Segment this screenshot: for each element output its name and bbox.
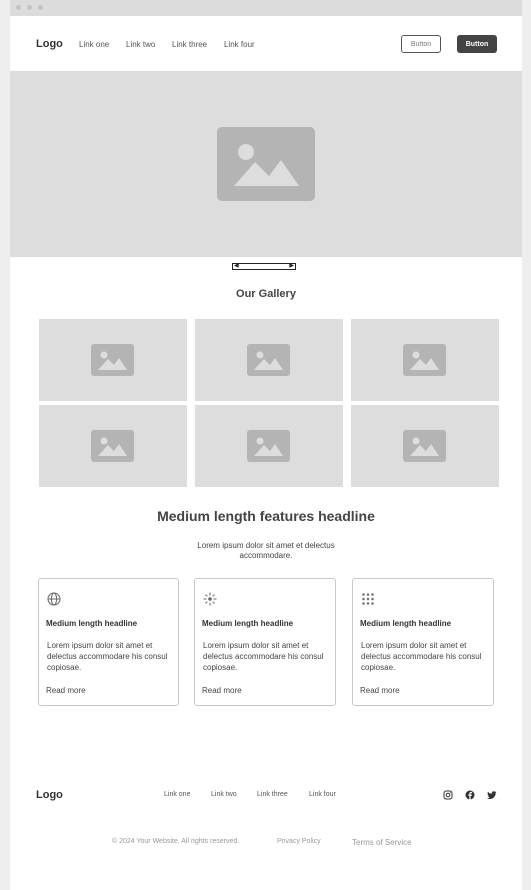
read-more-link[interactable]: Read more (360, 686, 400, 695)
nav-logo[interactable]: Logo (36, 38, 63, 50)
image-icon (91, 430, 134, 462)
grid-dots-icon (362, 593, 374, 605)
prev-arrow-icon[interactable]: ◀ (234, 263, 239, 270)
image-icon (247, 430, 290, 462)
nav-link-four[interactable]: Link four (224, 40, 255, 49)
gallery-image[interactable] (351, 319, 499, 401)
gallery-title: Our Gallery (236, 288, 296, 300)
hero-image-placeholder (10, 71, 522, 257)
footer-link-three[interactable]: Link three (257, 791, 288, 798)
features-headline: Medium length features headline (157, 508, 375, 524)
window-title-bar (10, 0, 522, 16)
sparkle-icon (203, 592, 217, 606)
footer-link-two[interactable]: Link two (211, 791, 237, 798)
image-icon (247, 344, 290, 376)
card-title: Medium length headline (360, 619, 452, 628)
footer-link-four[interactable]: Link four (309, 791, 336, 798)
terms-of-service-link[interactable]: Terms of Service (352, 838, 412, 847)
primary-button[interactable]: Button (457, 35, 497, 53)
image-icon (403, 430, 446, 462)
gallery-image[interactable] (351, 405, 499, 487)
image-icon (91, 344, 134, 376)
window-dot[interactable] (16, 5, 21, 10)
page: Logo Link one Link two Link three Link f… (10, 16, 522, 890)
nav-link-two[interactable]: Link two (126, 40, 155, 49)
next-arrow-icon[interactable]: ▶ (289, 263, 294, 270)
image-icon (403, 344, 446, 376)
gallery-image[interactable] (195, 319, 343, 401)
privacy-policy-link[interactable]: Privacy Policy (277, 838, 321, 845)
feature-card: Medium length headline Lorem ipsum dolor… (352, 578, 494, 706)
image-icon (217, 127, 315, 201)
card-body: Lorem ipsum dolor sit amet et delectus a… (203, 641, 324, 672)
footer-logo[interactable]: Logo (36, 789, 63, 801)
card-body: Lorem ipsum dolor sit amet et delectus a… (47, 641, 168, 672)
facebook-icon[interactable] (465, 790, 475, 800)
copyright-text: © 2024 Your Website. All rights reserved… (112, 838, 240, 845)
card-body: Lorem ipsum dolor sit amet et delectus a… (361, 641, 482, 672)
card-title: Medium length headline (46, 619, 138, 628)
read-more-link[interactable]: Read more (46, 686, 86, 695)
features-subtitle: Lorem ipsum dolor sit amet et delectus a… (197, 541, 335, 560)
gallery-image[interactable] (195, 405, 343, 487)
twitter-icon[interactable] (487, 790, 497, 800)
read-more-link[interactable]: Read more (202, 686, 242, 695)
instagram-icon[interactable] (443, 790, 453, 800)
nav-link-one[interactable]: Link one (79, 40, 109, 49)
globe-icon (47, 592, 61, 606)
feature-card: Medium length headline Lorem ipsum dolor… (38, 578, 179, 706)
window-dot[interactable] (38, 5, 43, 10)
nav-link-three[interactable]: Link three (172, 40, 207, 49)
window-dot[interactable] (27, 5, 32, 10)
carousel-control[interactable]: ◀ ▶ (232, 263, 296, 270)
secondary-button[interactable]: Button (401, 35, 441, 53)
gallery-image[interactable] (39, 405, 187, 487)
feature-card: Medium length headline Lorem ipsum dolor… (194, 578, 336, 706)
footer-link-one[interactable]: Link one (164, 791, 190, 798)
card-title: Medium length headline (202, 619, 294, 628)
gallery-image[interactable] (39, 319, 187, 401)
